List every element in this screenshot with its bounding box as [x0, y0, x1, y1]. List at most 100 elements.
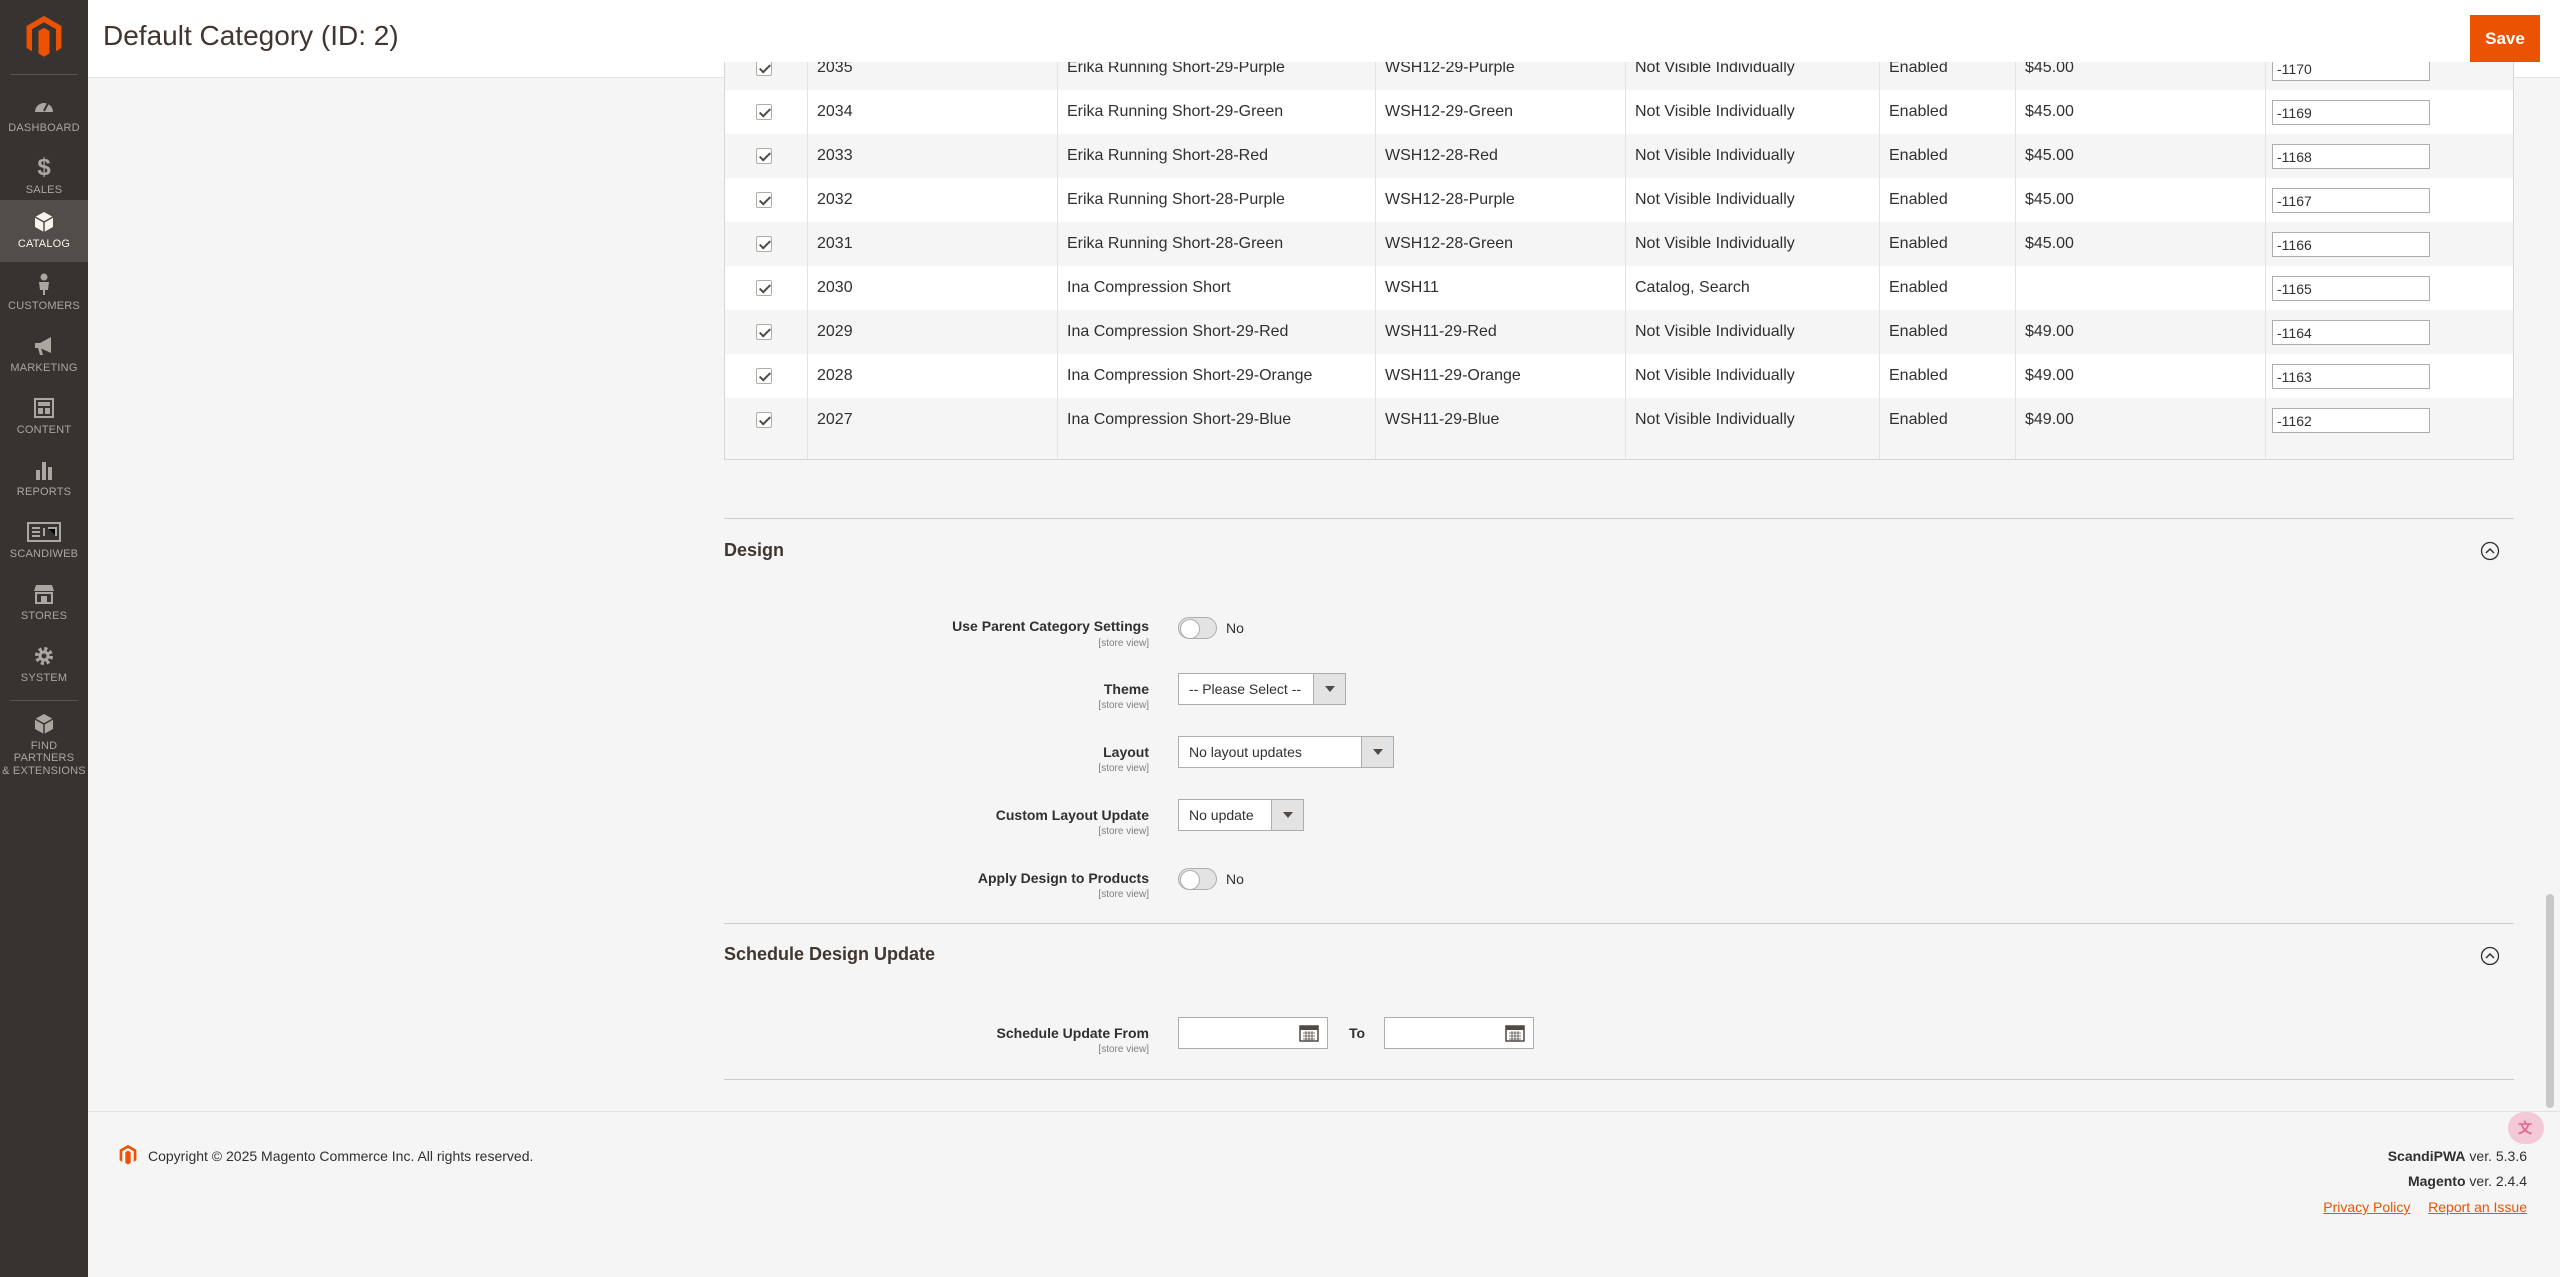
row-checkbox[interactable]	[756, 192, 772, 208]
nav-item-reports[interactable]: REPORTS	[0, 450, 88, 512]
translate-icon: 文	[2518, 1120, 2532, 1136]
report-issue-link[interactable]: Report an Issue	[2428, 1199, 2527, 1215]
design-section-title[interactable]: Design	[724, 540, 784, 561]
use-parent-settings-value: No	[1226, 620, 1244, 636]
admin-sidebar: DASHBOARD $ SALES CATALOG CUSTOMERS MARK…	[0, 0, 88, 1277]
cell-sku: WSH11	[1385, 279, 1439, 296]
cell-visibility: Catalog, Search	[1635, 279, 1750, 296]
position-input[interactable]	[2272, 62, 2430, 81]
column-divider	[1625, 62, 1626, 459]
cell-price: $45.00	[2025, 191, 2074, 208]
magento-version: Magento ver. 2.4.4	[2408, 1173, 2527, 1189]
cube-icon	[34, 714, 54, 734]
cell-status: Enabled	[1889, 323, 1948, 340]
save-button[interactable]: Save	[2470, 15, 2540, 62]
position-input[interactable]	[2272, 232, 2430, 257]
nav-item-stores[interactable]: STORES	[0, 574, 88, 636]
collapse-chevron-icon[interactable]	[2480, 946, 2500, 966]
cell-id: 2028	[817, 367, 853, 384]
magento-version-number: ver. 2.4.4	[2465, 1173, 2527, 1189]
row-checkbox[interactable]	[756, 280, 772, 296]
row-checkbox[interactable]	[756, 324, 772, 340]
table-row[interactable]: 2031 Erika Running Short-28-Green WSH12-28…	[725, 222, 2513, 266]
table-row[interactable]: 2033 Erika Running Short-28-Red WSH12-28-R…	[725, 134, 2513, 178]
cell-id: 2030	[817, 279, 853, 296]
collapse-chevron-icon[interactable]	[2480, 541, 2500, 561]
schedule-to-input[interactable]	[1384, 1017, 1534, 1049]
row-checkbox[interactable]	[756, 62, 772, 76]
schedule-from-input[interactable]	[1178, 1017, 1328, 1049]
translate-assist-button[interactable]: 文	[2508, 1112, 2544, 1144]
row-checkbox[interactable]	[756, 236, 772, 252]
cell-price: $49.00	[2025, 411, 2074, 428]
nav-item-marketing[interactable]: MARKETING	[0, 326, 88, 388]
nav-item-find-partners[interactable]: FIND PARTNERS & EXTENSIONS	[0, 704, 88, 777]
calendar-icon[interactable]	[1299, 1024, 1319, 1042]
cell-visibility: Not Visible Individually	[1635, 235, 1795, 252]
box-icon	[34, 212, 54, 232]
column-divider	[1879, 62, 1880, 459]
position-input[interactable]	[2272, 408, 2430, 433]
row-checkbox[interactable]	[756, 412, 772, 428]
table-row[interactable]: 2032 Erika Running Short-28-Purple WSH12-2…	[725, 178, 2513, 222]
gear-icon	[35, 647, 53, 665]
chevron-down-icon	[1361, 737, 1393, 767]
nav-item-catalog[interactable]: CATALOG	[0, 200, 88, 262]
cell-name: Ina Compression Short	[1067, 279, 1231, 296]
cell-visibility: Not Visible Individually	[1635, 367, 1795, 384]
cell-price: $45.00	[2025, 235, 2074, 252]
dashboard-icon	[35, 102, 53, 112]
cell-sku: WSH12-29-Green	[1385, 103, 1514, 120]
theme-select[interactable]: -- Please Select --	[1178, 673, 1346, 705]
use-parent-settings-toggle[interactable]	[1178, 617, 1217, 639]
cell-status: Enabled	[1889, 191, 1948, 208]
position-input[interactable]	[2272, 276, 2430, 301]
privacy-policy-link[interactable]: Privacy Policy	[2323, 1199, 2410, 1215]
cell-id: 2033	[817, 147, 853, 164]
position-input[interactable]	[2272, 144, 2430, 169]
store-icon	[34, 585, 54, 604]
cell-price: $45.00	[2025, 62, 2074, 76]
row-checkbox[interactable]	[756, 368, 772, 384]
cell-price: $45.00	[2025, 147, 2074, 164]
schedule-section-title[interactable]: Schedule Design Update	[724, 944, 935, 965]
layout-select[interactable]: No layout updates	[1178, 736, 1394, 768]
cell-visibility: Not Visible Individually	[1635, 411, 1795, 428]
nav-divider	[10, 700, 78, 701]
calendar-icon[interactable]	[1505, 1024, 1525, 1042]
cell-price: $49.00	[2025, 323, 2074, 340]
position-input[interactable]	[2272, 100, 2430, 125]
apply-design-toggle[interactable]	[1178, 868, 1217, 890]
nav-item-content[interactable]: CONTENT	[0, 388, 88, 450]
position-input[interactable]	[2272, 188, 2430, 213]
row-checkbox[interactable]	[756, 148, 772, 164]
table-row[interactable]: 2028 Ina Compression Short-29-Orange WSH11…	[725, 354, 2513, 398]
table-row[interactable]: 2035 Erika Running Short-29-Purple WSH12-2…	[725, 62, 2513, 90]
nav-item-customers[interactable]: CUSTOMERS	[0, 264, 88, 326]
nav-label: SALES	[25, 184, 63, 196]
cell-name: Erika Running Short-28-Green	[1067, 235, 1284, 252]
position-input[interactable]	[2272, 364, 2430, 389]
custom-layout-update-select[interactable]: No update	[1178, 799, 1304, 831]
nav-item-scandiweb[interactable]: SCANDIWEB	[0, 512, 88, 574]
cell-name: Erika Running Short-29-Purple	[1067, 62, 1285, 76]
table-row[interactable]: 2027 Ina Compression Short-29-Blue WSH11-2…	[725, 398, 2513, 442]
scope-label: [store view]	[1098, 763, 1149, 774]
nav-label: STORES	[20, 610, 68, 622]
position-input[interactable]	[2272, 320, 2430, 345]
nav-item-dashboard[interactable]: DASHBOARD	[0, 86, 88, 148]
page-scrollbar[interactable]	[2546, 894, 2554, 1108]
scope-label: [store view]	[1098, 700, 1149, 711]
cell-sku: WSH11-29-Orange	[1385, 367, 1521, 384]
section-divider	[724, 1079, 2514, 1080]
table-row[interactable]: 2030 Ina Compression Short WSH11 Catalog, S…	[725, 266, 2513, 310]
nav-item-system[interactable]: SYSTEM	[0, 636, 88, 698]
row-checkbox[interactable]	[756, 104, 772, 120]
nav-label: CATALOG	[17, 238, 71, 250]
cell-status: Enabled	[1889, 367, 1948, 384]
table-row[interactable]: 2034 Erika Running Short-29-Green WSH12-29…	[725, 90, 2513, 134]
magento-logo-icon	[119, 1144, 137, 1165]
magento-logo-icon[interactable]	[22, 14, 66, 60]
table-row[interactable]: 2029 Ina Compression Short-29-Red WSH11-29…	[725, 310, 2513, 354]
cell-name: Erika Running Short-28-Purple	[1067, 191, 1285, 208]
